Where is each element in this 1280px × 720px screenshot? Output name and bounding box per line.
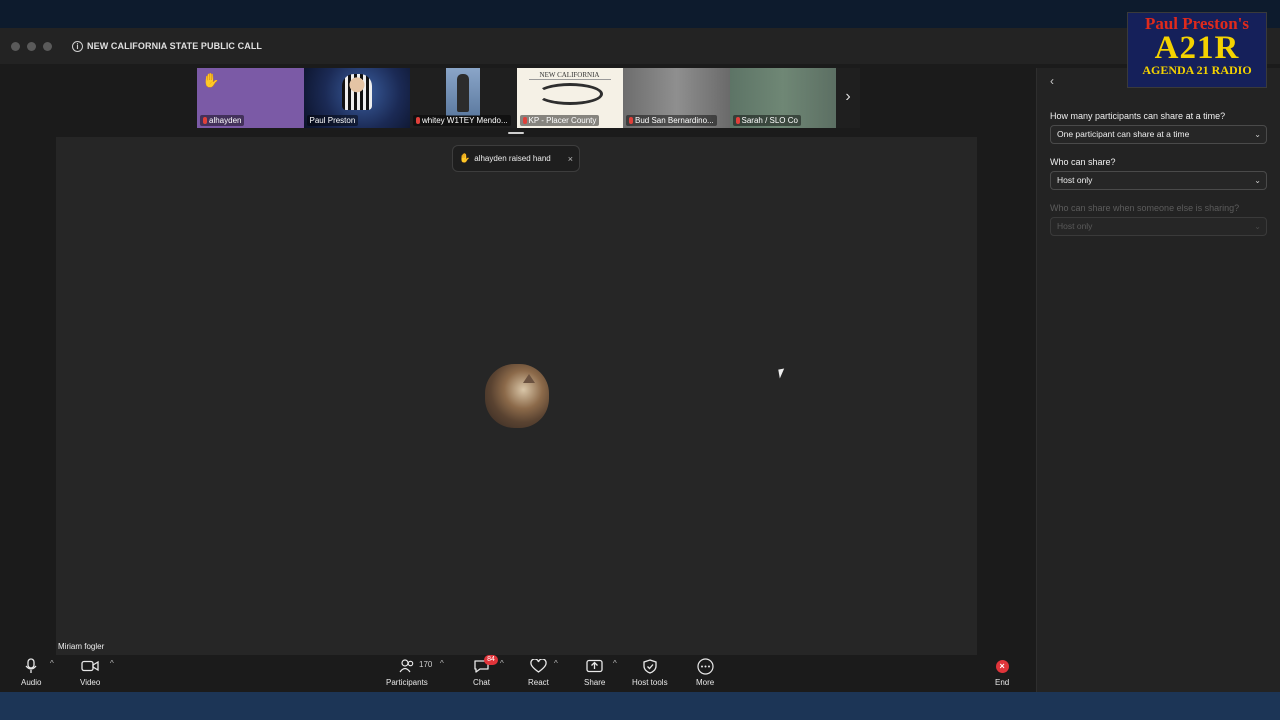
chevron-down-icon: ⌄	[1254, 130, 1261, 139]
participants-label: Participants	[386, 678, 428, 687]
share-while-sharing-select: Host only ⌄	[1050, 217, 1267, 236]
participant-name-tag: Paul Preston	[306, 115, 359, 126]
host-tools-button[interactable]: Host tools	[632, 657, 668, 687]
share-count-select[interactable]: One participant can share at a time ⌄	[1050, 125, 1267, 144]
share-count-value: One participant can share at a time	[1057, 129, 1190, 139]
more-ellipsis-icon	[697, 657, 714, 675]
raised-hand-icon: ✋	[459, 153, 471, 163]
chevron-left-icon[interactable]: ‹	[1050, 74, 1054, 88]
who-can-share-question: Who can share?	[1050, 157, 1116, 167]
muted-mic-icon	[629, 117, 633, 124]
close-window-button[interactable]	[11, 41, 20, 51]
participant-name-tag: Sarah / SLO Co	[732, 115, 801, 126]
share-screen-icon	[586, 657, 603, 675]
who-can-share-value: Host only	[1057, 175, 1093, 185]
meeting-window: i NEW CALIFORNIA STATE PUBLIC CALL ✋ alh…	[0, 28, 1280, 692]
raised-hand-icon: ✋	[202, 72, 220, 88]
participant-name: Bud San Bernardino...	[635, 116, 714, 125]
meeting-title: i NEW CALIFORNIA STATE PUBLIC CALL	[72, 40, 263, 52]
snake-flag-image	[536, 83, 603, 105]
muted-mic-icon	[735, 117, 740, 124]
video-camera-icon	[81, 657, 99, 675]
notification-text: alhayden raised hand	[474, 154, 551, 163]
meeting-title-text: NEW CALIFORNIA STATE PUBLIC CALL	[87, 41, 263, 51]
desktop-top-bar	[0, 0, 1280, 28]
muted-mic-icon	[522, 117, 527, 124]
end-meeting-button[interactable]: × End	[995, 657, 1009, 687]
participant-tile[interactable]: NEW CALIFORNIA KP - Placer County	[516, 68, 623, 128]
chat-options-chevron-icon[interactable]: ^	[500, 659, 504, 668]
logo-line-3: AGENDA 21 RADIO	[1142, 63, 1252, 77]
host-tools-label: Host tools	[632, 678, 668, 687]
participant-name: whitey W1TEY Mendo...	[422, 116, 508, 125]
video-label: Video	[80, 678, 101, 687]
muted-mic-icon	[416, 117, 420, 124]
minimize-window-button[interactable]	[27, 41, 36, 51]
who-can-share-select[interactable]: Host only ⌄	[1050, 171, 1267, 190]
react-label: React	[528, 678, 549, 687]
participant-name-tag: Bud San Bernardino...	[626, 115, 717, 126]
shield-icon	[643, 657, 657, 675]
heart-icon	[530, 657, 547, 675]
audio-label: Audio	[21, 678, 42, 687]
meeting-toolbar: Audio ^ Video ^ Participants 170 ^ Chat …	[0, 655, 1036, 692]
participants-icon	[399, 657, 415, 675]
more-button[interactable]: More	[696, 657, 714, 687]
end-icon: ×	[995, 657, 1009, 675]
participant-tile[interactable]: Bud San Bernardino...	[623, 68, 730, 128]
strip-resize-handle[interactable]	[508, 132, 524, 134]
title-bar: i NEW CALIFORNIA STATE PUBLIC CALL	[0, 28, 1280, 64]
desktop-dock-area	[0, 692, 1280, 720]
flag-banner-text: NEW CALIFORNIA	[528, 71, 611, 80]
share-settings-panel: ‹ How many participants can share at a t…	[1036, 68, 1280, 692]
speaker-avatar	[485, 364, 549, 428]
muted-mic-icon	[203, 117, 207, 124]
audio-options-chevron-icon[interactable]: ^	[50, 659, 54, 668]
participant-count: 170	[419, 660, 433, 669]
participant-name-tag: alhayden	[200, 115, 245, 126]
participant-tile[interactable]: ✋ alhayden	[197, 68, 304, 128]
participant-name: alhayden	[209, 116, 242, 125]
mouse-cursor-icon	[778, 368, 786, 379]
a21r-radio-logo: Paul Preston's A21R AGENDA 21 RADIO	[1127, 12, 1267, 88]
share-while-sharing-question: Who can share when someone else is shari…	[1050, 203, 1240, 213]
participant-video	[446, 68, 480, 116]
chat-label: Chat	[473, 678, 490, 687]
participant-tile[interactable]: whitey W1TEY Mendo...	[410, 68, 517, 128]
participant-video	[341, 74, 372, 110]
close-icon[interactable]: ×	[568, 154, 573, 164]
chevron-right-icon[interactable]: ›	[836, 68, 860, 128]
participant-name: Sarah / SLO Co	[741, 116, 798, 125]
microphone-icon	[24, 657, 38, 675]
raised-hand-notification: ✋ alhayden raised hand ×	[452, 145, 580, 172]
participant-video-strip: ✋ alhayden Paul Preston whitey W1TEY Men…	[197, 68, 836, 128]
audio-button[interactable]: Audio	[21, 657, 41, 687]
participant-name-tag: KP - Placer County	[519, 115, 600, 126]
more-label: More	[696, 678, 715, 687]
share-label: Share	[584, 678, 606, 687]
share-while-sharing-value: Host only	[1057, 221, 1093, 231]
share-count-question: How many participants can share at a tim…	[1050, 111, 1226, 121]
video-options-chevron-icon[interactable]: ^	[110, 659, 114, 668]
active-speaker-name: Miriam fogler	[58, 642, 105, 651]
participant-tile[interactable]: Sarah / SLO Co	[729, 68, 836, 128]
chevron-down-icon: ⌄	[1254, 222, 1261, 231]
share-button[interactable]: Share	[584, 657, 605, 687]
participant-tile[interactable]: Paul Preston	[303, 68, 410, 128]
share-options-chevron-icon[interactable]: ^	[613, 659, 617, 668]
participants-options-chevron-icon[interactable]: ^	[440, 659, 444, 668]
react-options-chevron-icon[interactable]: ^	[554, 659, 558, 668]
participant-name-tag: whitey W1TEY Mendo...	[413, 115, 511, 126]
window-controls	[11, 41, 52, 51]
zoom-window-button[interactable]	[43, 41, 52, 51]
participant-name: KP - Placer County	[528, 116, 597, 125]
chevron-down-icon: ⌄	[1254, 176, 1261, 185]
video-button[interactable]: Video	[80, 657, 100, 687]
logo-line-2: A21R	[1154, 30, 1240, 66]
participant-name: Paul Preston	[309, 116, 356, 125]
react-button[interactable]: React	[528, 657, 549, 687]
end-label: End	[995, 678, 1010, 687]
chat-unread-badge: 84	[484, 655, 498, 665]
info-icon[interactable]: i	[72, 40, 83, 52]
